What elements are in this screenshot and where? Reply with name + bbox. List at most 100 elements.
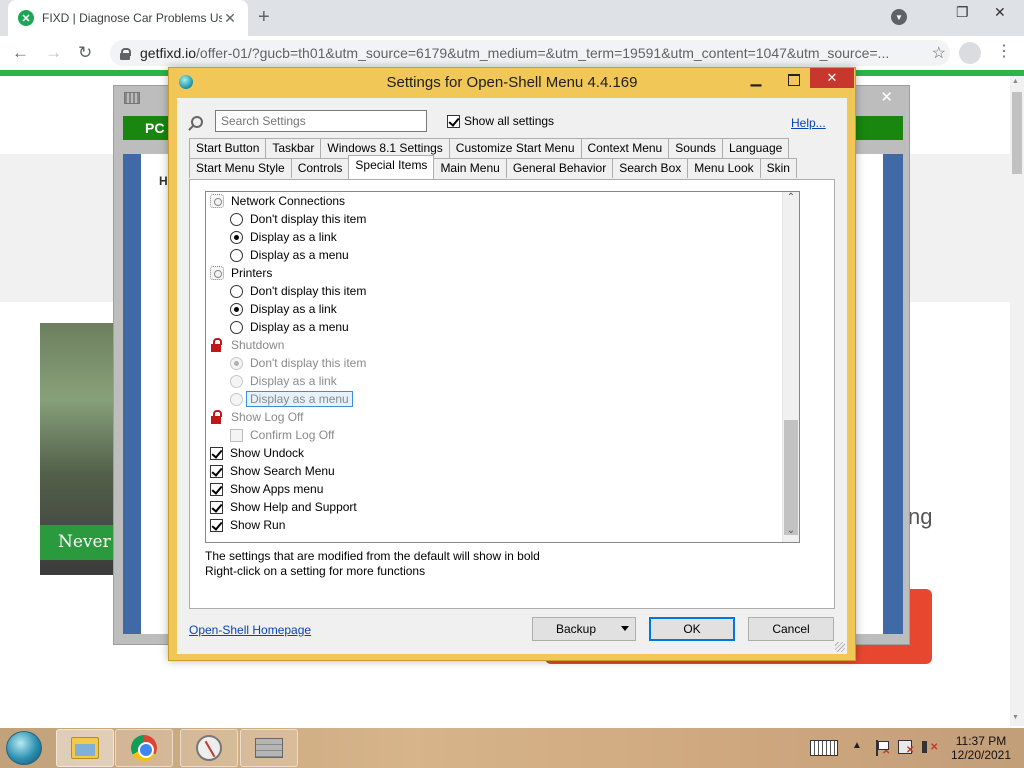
tab-sounds[interactable]: Sounds [668,138,723,158]
taskbar-clock[interactable]: 11:37 PM 12/20/2021 [943,734,1019,762]
checkbox-option[interactable]: Show Undock [210,444,304,462]
tab-search-box[interactable]: Search Box [612,158,689,178]
network-icon[interactable]: ✕ [898,740,914,756]
fixd-favicon-icon: ✕ [18,10,34,26]
volume-muted-icon[interactable]: ✕ [922,741,938,753]
tab-title: FIXD | Diagnose Car Problems Us [42,11,222,25]
touch-keyboard-icon[interactable] [810,740,838,756]
radio-button[interactable] [230,284,243,298]
checkbox[interactable] [210,500,223,514]
radio-option[interactable]: Display as a menu [230,246,349,264]
browser-menu-icon[interactable]: ⋮ [996,41,1012,61]
backup-button[interactable]: Backup [532,617,636,641]
open-shell-homepage-link[interactable]: Open-Shell Homepage [189,623,311,637]
tree-scroll-up-icon[interactable]: ⌃ [783,192,799,209]
radio-button[interactable] [230,374,243,388]
radio-option[interactable]: Display as a link [230,372,337,390]
radio-button[interactable] [230,212,243,226]
radio-button[interactable] [230,248,243,262]
radio-button[interactable] [230,356,243,370]
tab-customize-start-menu[interactable]: Customize Start Menu [448,138,582,158]
background-close-icon[interactable]: ✕ [880,88,893,106]
taskbar-compass-app[interactable] [180,729,238,767]
checkbox[interactable] [210,446,223,460]
radio-option[interactable]: Display as a menu [230,318,349,336]
radio-option[interactable]: Display as a link [230,228,337,246]
taskbar: ▲ ✕ ✕ ✕ 11:37 PM 12/20/2021 [0,728,1024,768]
radio-option[interactable]: Display as a link [230,300,337,318]
tab-language[interactable]: Language [721,138,790,158]
restore-window-icon[interactable]: ❐ [956,4,969,21]
radio-button[interactable] [230,302,243,316]
checkbox[interactable] [210,482,223,496]
browser-tab[interactable]: ✕ FIXD | Diagnose Car Problems Us ✕ [8,0,248,36]
radio-option[interactable]: Don't display this item [230,282,366,300]
show-all-settings-toggle[interactable]: Show all settings [447,114,554,128]
help-link[interactable]: Help... [791,116,826,130]
tree-scroll-down-icon[interactable]: ⌄ [783,525,799,542]
show-hidden-icons-icon[interactable]: ▲ [852,740,862,751]
maximize-icon[interactable] [781,70,807,90]
checkbox-option[interactable]: Show Apps menu [210,480,323,498]
close-icon[interactable]: ✕ [810,68,854,88]
radio-option[interactable]: Display as a menu [230,390,353,408]
checkbox-option[interactable]: Confirm Log Off [230,426,334,444]
checkbox[interactable] [230,428,243,442]
tab-search-icon[interactable]: ▼ [891,9,907,25]
close-window-icon[interactable]: ✕ [994,4,1006,21]
tab-start-menu-style[interactable]: Start Menu Style [189,158,292,178]
option-label: Display as a menu [246,391,353,407]
taskbar-chrome[interactable] [115,729,173,767]
tab-skin[interactable]: Skin [759,158,797,178]
checkbox-option[interactable]: Show Run [210,516,285,534]
checkbox[interactable] [210,464,223,478]
tab-context-menu[interactable]: Context Menu [580,138,670,158]
tab-special-items[interactable]: Special Items [348,155,435,179]
search-settings-input[interactable] [215,110,427,132]
cancel-button[interactable]: Cancel [748,617,834,641]
ok-button[interactable]: OK [649,617,735,641]
checkbox-option[interactable]: Show Search Menu [210,462,335,480]
scroll-up-icon[interactable]: ▲ [1012,78,1019,85]
start-button[interactable] [6,731,42,765]
action-center-flag-icon[interactable]: ✕ [874,740,890,757]
page-text-fragment: ng [908,504,933,529]
minimize-icon[interactable]: ▁ [743,70,769,90]
settings-group[interactable]: Show Log Off [210,408,304,426]
dialog-titlebar[interactable]: Settings for Open-Shell Menu 4.4.169 ▁ ✕ [169,68,855,96]
tab-menu-look[interactable]: Menu Look [687,158,761,178]
resize-grip-icon[interactable] [835,642,845,652]
tab-start-button[interactable]: Start Button [189,138,267,158]
checkbox-option[interactable]: Show Help and Support [210,498,357,516]
settings-group[interactable]: Shutdown [210,336,284,354]
settings-group[interactable]: Network Connections [210,192,345,210]
radio-option[interactable]: Don't display this item [230,210,366,228]
forward-icon[interactable]: → [45,43,62,63]
reload-icon[interactable]: ↻ [78,43,92,63]
address-bar[interactable]: getfixd.io/offer-01/?gucb=th01&utm_sourc… [110,40,950,66]
checkbox[interactable] [210,518,223,532]
tree-scroll-thumb[interactable] [784,420,798,535]
page-scroll-thumb[interactable] [1012,92,1022,174]
tab-main-menu[interactable]: Main Menu [433,158,507,178]
lock-icon[interactable] [120,47,131,60]
settings-group[interactable]: Printers [210,264,272,282]
tab-controls[interactable]: Controls [290,158,350,178]
profile-avatar-icon[interactable] [959,42,981,64]
bookmark-star-icon[interactable]: ☆ [932,43,946,63]
show-all-checkbox[interactable] [447,114,460,128]
scroll-down-icon[interactable]: ▼ [1012,714,1019,721]
radio-button[interactable] [230,230,243,244]
tab-taskbar[interactable]: Taskbar [265,138,322,158]
tree-scrollbar[interactable]: ⌃ ⌄ [782,192,799,542]
tab-general-behavior[interactable]: General Behavior [505,158,614,178]
tab-close-icon[interactable]: ✕ [222,10,238,27]
url-text: getfixd.io/offer-01/?gucb=th01&utm_sourc… [140,45,890,61]
new-tab-icon[interactable]: + [258,6,270,29]
taskbar-wall-app[interactable] [240,729,298,767]
radio-button[interactable] [230,392,243,406]
radio-option[interactable]: Don't display this item [230,354,366,372]
taskbar-explorer[interactable] [56,729,114,767]
radio-button[interactable] [230,320,243,334]
back-icon[interactable]: ← [12,43,29,63]
